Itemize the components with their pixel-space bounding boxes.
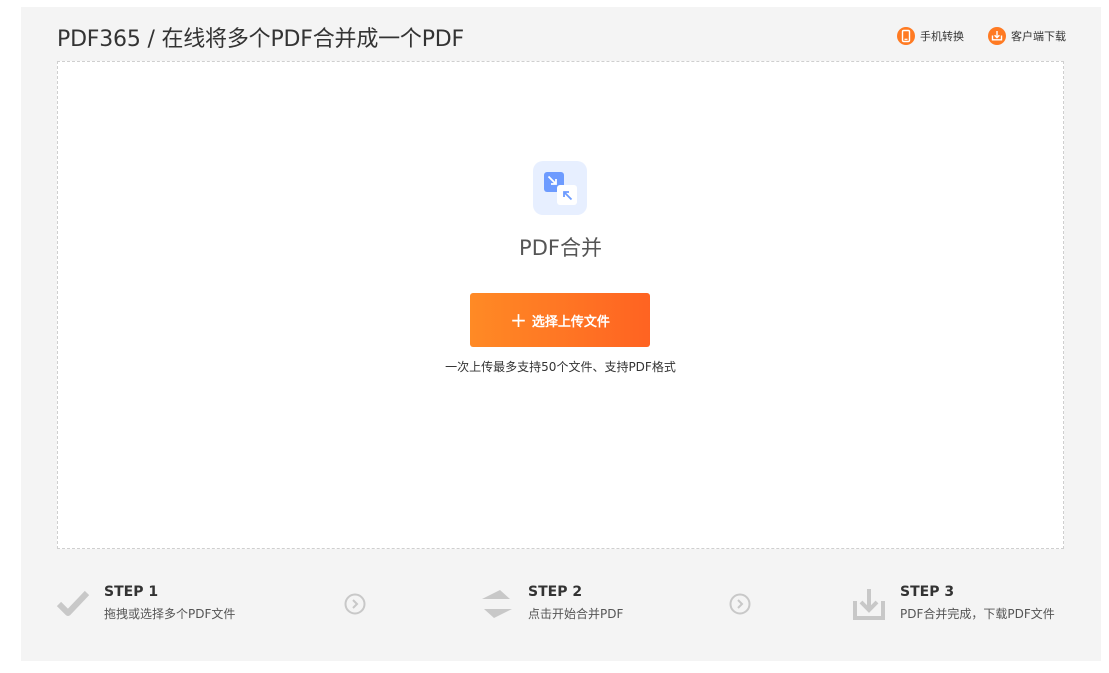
step-1: STEP 1 拖拽或选择多个PDF文件	[56, 583, 235, 622]
file-drop-zone[interactable]: PDF合并 + 选择上传文件 一次上传最多支持50个文件、支持PDF格式	[57, 61, 1064, 549]
swap-icon	[482, 590, 512, 618]
mobile-convert-link[interactable]: 手机转换	[897, 27, 964, 45]
download-icon	[988, 27, 1006, 45]
client-download-label: 客户端下载	[1011, 30, 1066, 43]
tray-download-icon	[853, 589, 885, 620]
upload-button-label: 选择上传文件	[531, 314, 610, 330]
step-3-desc: PDF合并完成，下载PDF文件	[900, 607, 1055, 621]
merge-icon	[533, 161, 587, 215]
step-2-desc: 点击开始合并PDF	[528, 607, 624, 621]
chevron-right-circle-icon	[729, 593, 751, 615]
checkmark-icon	[56, 590, 90, 616]
main-panel: PDF365 / 在线将多个PDF合并成一个PDF 手机转换 客户端下载 PDF	[21, 7, 1101, 661]
step-2-title: STEP 2	[528, 584, 583, 600]
upload-files-button[interactable]: + 选择上传文件	[470, 293, 650, 347]
mobile-icon	[897, 27, 915, 45]
step-1-title: STEP 1	[104, 584, 159, 600]
plus-icon: +	[510, 308, 527, 332]
page-title: PDF365 / 在线将多个PDF合并成一个PDF	[57, 27, 464, 52]
upload-hint: 一次上传最多支持50个文件、支持PDF格式	[445, 360, 676, 374]
mobile-convert-label: 手机转换	[920, 30, 964, 43]
step-2: STEP 2 点击开始合并PDF	[480, 583, 623, 622]
step-3-title: STEP 3	[900, 584, 955, 600]
client-download-link[interactable]: 客户端下载	[988, 27, 1066, 45]
step-3: STEP 3 PDF合并完成，下载PDF文件	[852, 583, 1055, 622]
tool-title: PDF合并	[519, 236, 602, 260]
chevron-right-circle-icon	[344, 593, 366, 615]
step-1-desc: 拖拽或选择多个PDF文件	[104, 607, 236, 621]
